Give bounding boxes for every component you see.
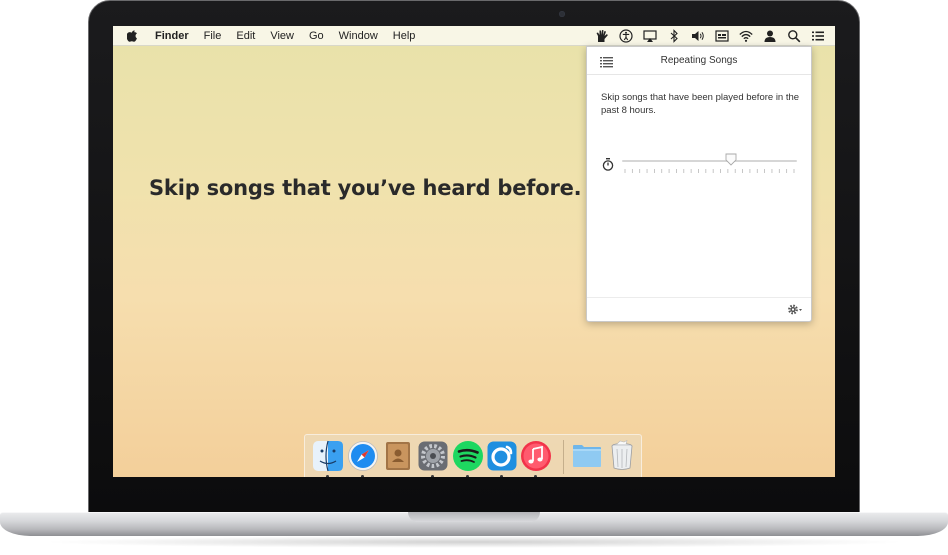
airplay-icon[interactable] <box>643 29 657 43</box>
accessibility-icon[interactable] <box>619 29 633 43</box>
running-indicator <box>361 475 364 477</box>
menu-window[interactable]: Window <box>339 30 378 42</box>
desktop-headline: Skip songs that you’ve heard before. <box>149 176 582 200</box>
menu-go[interactable]: Go <box>309 30 324 42</box>
popover-header: Repeating Songs <box>587 47 811 75</box>
menu-file[interactable]: File <box>204 30 222 42</box>
notification-center-icon[interactable] <box>811 29 825 43</box>
volume-icon[interactable] <box>691 29 705 43</box>
camera <box>559 11 565 17</box>
running-indicator <box>534 475 537 477</box>
dock-spotify[interactable] <box>452 440 484 477</box>
user-icon[interactable] <box>763 29 777 43</box>
popover-footer <box>587 297 811 321</box>
popover-description: Skip songs that have been played before … <box>601 92 800 116</box>
laptop-lid-notch <box>408 512 540 522</box>
itunes-icon <box>521 441 551 471</box>
popover-title: Repeating Songs <box>660 55 738 66</box>
dock-folder[interactable] <box>571 440 603 472</box>
system-preferences-icon <box>418 441 448 471</box>
dock-safari[interactable] <box>347 440 379 477</box>
dock <box>304 434 642 477</box>
menu-view[interactable]: View <box>270 30 294 42</box>
repeating-songs-popover: Repeating Songs Skip songs that have bee… <box>586 46 812 322</box>
folder-icon <box>573 445 601 467</box>
spotify-icon <box>453 441 483 471</box>
bluetooth-icon[interactable] <box>667 29 681 43</box>
running-indicator <box>326 475 329 477</box>
dock-contacts[interactable] <box>382 440 414 472</box>
menu-bar: Finder File Edit View Go Window Help <box>113 26 835 46</box>
running-indicator <box>431 475 434 477</box>
apple-icon[interactable] <box>126 29 138 42</box>
input-menu-icon[interactable] <box>715 29 729 43</box>
dock-rdio[interactable] <box>486 440 518 477</box>
dock-trash[interactable] <box>606 439 638 472</box>
trash-icon <box>611 439 633 470</box>
repeating-songs-icon[interactable] <box>595 29 609 43</box>
dock-system-preferences[interactable] <box>417 440 449 477</box>
running-indicator <box>500 475 503 477</box>
laptop-shadow <box>40 536 908 548</box>
menu-edit[interactable]: Edit <box>236 30 255 42</box>
slider-track <box>622 160 797 162</box>
running-indicator <box>466 475 469 477</box>
wifi-icon[interactable] <box>739 29 753 43</box>
desktop-screen: Finder File Edit View Go Window Help Ski… <box>113 26 835 477</box>
finder-icon <box>313 440 343 472</box>
dock-separator <box>563 440 564 474</box>
spotlight-icon[interactable] <box>787 29 801 43</box>
time-window-slider[interactable] <box>622 153 797 177</box>
stopwatch-icon <box>602 158 614 171</box>
slider-thumb[interactable] <box>725 153 737 166</box>
slider-ticks <box>624 169 795 173</box>
rdio-icon <box>487 441 517 471</box>
menu-finder[interactable]: Finder <box>155 30 189 42</box>
dock-itunes[interactable] <box>520 440 552 477</box>
contacts-icon <box>386 442 410 470</box>
safari-icon <box>348 441 378 471</box>
gear-menu-icon[interactable] <box>787 303 803 316</box>
menu-help[interactable]: Help <box>393 30 416 42</box>
dock-finder[interactable] <box>312 440 344 477</box>
